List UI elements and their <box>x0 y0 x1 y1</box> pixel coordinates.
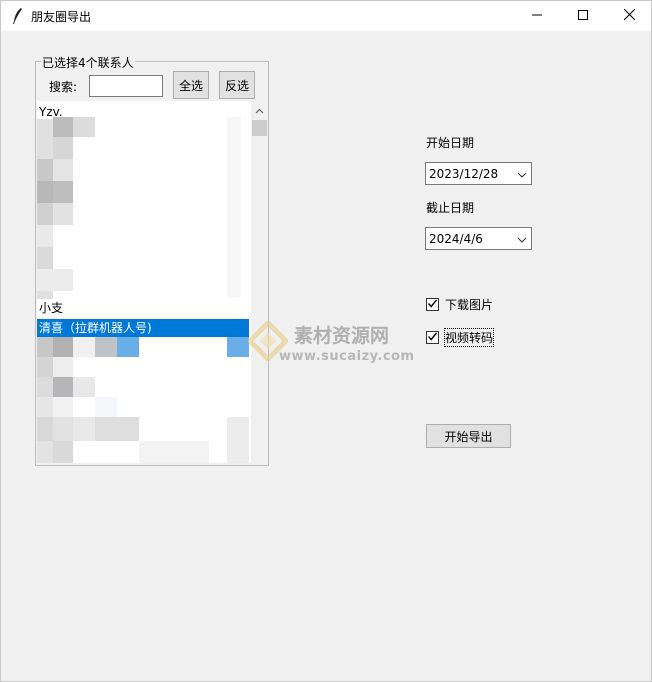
redaction-mosaic <box>37 159 53 181</box>
download-images-label: 下载图片 <box>445 298 494 312</box>
redaction-mosaic <box>37 269 73 291</box>
feather-icon <box>10 7 24 25</box>
redaction-mosaic <box>53 397 73 417</box>
redaction-mosaic <box>95 337 117 357</box>
video-transcode-checkbox[interactable]: 视频转码 <box>426 328 495 347</box>
redaction-mosaic <box>227 117 241 297</box>
contacts-scrollbar[interactable] <box>251 101 268 463</box>
redaction-mosaic <box>37 181 53 203</box>
list-item[interactable]: 小支 <box>37 299 249 315</box>
select-all-button[interactable]: 全选 <box>173 71 209 99</box>
redaction-mosaic <box>73 417 95 441</box>
video-transcode-label: 视频转码 <box>443 328 495 347</box>
redaction-mosaic <box>95 397 117 417</box>
start-date-picker[interactable]: 2023/12/28 <box>425 162 532 185</box>
close-button[interactable] <box>606 1 652 31</box>
redaction-mosaic <box>37 397 53 417</box>
redaction-mosaic <box>53 137 73 159</box>
redaction-mosaic <box>53 417 73 441</box>
redaction-mosaic <box>73 377 95 397</box>
end-date-picker[interactable]: 2024/4/6 <box>425 227 532 250</box>
title-bar[interactable]: 朋友圈导出 <box>1 1 651 31</box>
redaction-mosaic <box>227 417 249 463</box>
checkbox-box[interactable] <box>426 331 439 344</box>
redaction-mosaic <box>53 337 73 357</box>
download-images-checkbox[interactable]: 下载图片 <box>426 296 493 313</box>
redaction-mosaic <box>37 203 53 225</box>
redaction-mosaic <box>37 247 53 269</box>
redaction-mosaic <box>139 441 209 463</box>
redaction-mosaic <box>37 377 53 397</box>
redaction-mosaic <box>117 337 139 357</box>
start-date-value: 2023/12/28 <box>429 167 499 181</box>
end-date-value: 2024/4/6 <box>429 232 483 246</box>
scroll-up-button[interactable] <box>251 101 268 118</box>
contacts-group-label: 已选择4个联系人 <box>41 54 135 71</box>
watermark: 素材资源网 www.sucaizy.com <box>246 319 426 369</box>
search-label: 搜索: <box>49 80 78 94</box>
checkmark-icon <box>427 298 438 312</box>
redaction-mosaic <box>53 377 73 397</box>
redaction-mosaic <box>37 357 53 377</box>
minimize-icon <box>532 9 542 23</box>
maximize-icon <box>578 9 588 23</box>
start-export-button[interactable]: 开始导出 <box>426 424 511 448</box>
close-icon <box>623 8 635 23</box>
chevron-up-icon <box>255 103 264 117</box>
redaction-mosaic <box>53 441 73 463</box>
checkbox-box[interactable] <box>426 298 439 311</box>
list-item-selected[interactable]: 清喜（拉群机器人号) <box>37 319 249 337</box>
invert-selection-button[interactable]: 反选 <box>219 71 255 99</box>
chevron-down-icon <box>517 169 527 179</box>
redaction-mosaic <box>53 159 73 181</box>
app-window: 朋友圈导出 已选择4个联系人 搜索: 全选 反选 Yzv. 小支 清喜（拉群机器… <box>0 0 652 682</box>
list-item[interactable]: Yzv. <box>37 103 249 121</box>
redaction-mosaic <box>37 337 53 357</box>
search-input[interactable] <box>89 75 163 97</box>
redaction-mosaic <box>95 417 139 441</box>
checkmark-icon <box>427 331 438 345</box>
contacts-listbox[interactable]: Yzv. 小支 清喜（拉群机器人号) <box>37 101 251 463</box>
redaction-mosaic <box>53 357 73 377</box>
window-title: 朋友圈导出 <box>31 10 92 24</box>
redaction-mosaic <box>53 181 73 203</box>
start-date-label: 开始日期 <box>426 136 475 150</box>
chevron-down-icon <box>517 234 527 244</box>
maximize-button[interactable] <box>560 1 606 31</box>
watermark-url: www.sucaizy.com <box>279 349 415 364</box>
redaction-mosaic <box>53 203 73 225</box>
scroll-thumb[interactable] <box>252 120 267 136</box>
minimize-button[interactable] <box>514 1 560 31</box>
redaction-mosaic <box>37 225 53 247</box>
end-date-label: 截止日期 <box>426 201 475 215</box>
redaction-mosaic <box>37 441 53 463</box>
redaction-mosaic <box>73 337 95 357</box>
watermark-title: 素材资源网 <box>294 325 390 347</box>
redaction-mosaic <box>37 417 53 441</box>
